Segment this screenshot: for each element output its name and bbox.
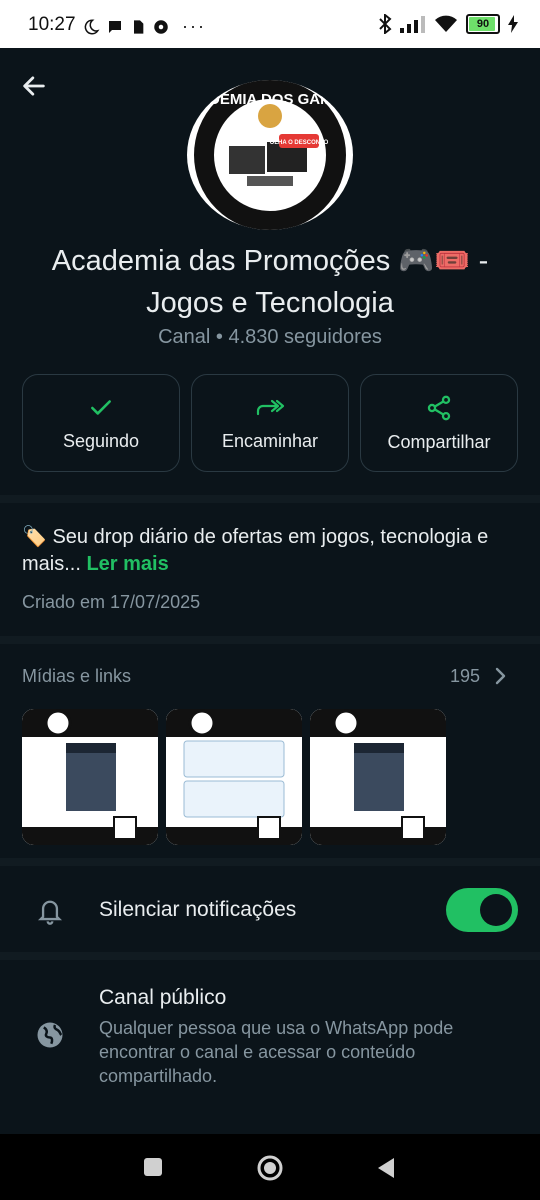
channel-name: Academia das Promoções 🎮🎟️ - Jogos e Tec…: [51, 245, 489, 319]
chevron-right-icon[interactable]: [494, 666, 508, 686]
media-thumbnails: [22, 709, 446, 845]
home-icon[interactable]: [256, 1154, 284, 1182]
promo-coupons-image: [166, 709, 302, 845]
svg-text:OLHA O DESCONTO: OLHA O DESCONTO: [270, 140, 329, 146]
channel-meta: Canal • 4.830 seguidores: [158, 326, 382, 348]
media-thumbnail[interactable]: [310, 709, 446, 845]
public-channel-label: Canal público: [99, 986, 227, 1009]
signal-icon: [400, 16, 425, 33]
media-thumbnail[interactable]: [166, 709, 302, 845]
section-divider: [0, 636, 540, 644]
read-more-link[interactable]: Ler mais: [86, 553, 168, 575]
action-buttons: Seguindo Encaminhar Compartilhar: [22, 374, 518, 472]
share-label: Compartilhar: [387, 431, 491, 452]
back-nav-icon[interactable]: [376, 1156, 396, 1180]
status-bar: 10:27 ··· 90: [0, 0, 540, 48]
forward-icon: [256, 399, 285, 415]
status-system-icons: 90: [378, 14, 518, 34]
system-navigation-bar: [0, 1134, 540, 1200]
bluetooth-icon: [379, 14, 392, 34]
bell-icon: [37, 900, 63, 925]
more-notifications-icon: ···: [182, 16, 206, 36]
moon-icon: [84, 18, 100, 34]
ball-icon: [154, 19, 168, 34]
section-divider: [0, 495, 540, 503]
mute-toggle[interactable]: [446, 888, 518, 932]
check-icon: [91, 399, 111, 415]
globe-icon: [37, 1022, 63, 1048]
status-notification-icons: ···: [82, 16, 206, 37]
public-channel-description: Qualquer pessoa que usa o WhatsApp pode …: [99, 1018, 454, 1086]
wifi-icon: [435, 15, 457, 32]
battery-indicator: 90: [466, 14, 500, 34]
svg-text:ACADEMIA DOS GAMERS: ACADEMIA DOS GAMERS: [187, 91, 353, 108]
sim-icon: [134, 19, 144, 34]
channel-description: 🏷️ Seu drop diário de ofertas em jogos, …: [22, 524, 522, 578]
status-time: 10:27: [28, 14, 76, 35]
toggle-knob: [480, 894, 512, 926]
following-label: Seguindo: [62, 430, 140, 451]
media-links-title[interactable]: Mídias e links: [22, 666, 131, 687]
following-button[interactable]: Seguindo: [22, 374, 180, 472]
recents-icon[interactable]: [143, 1157, 163, 1177]
forward-button[interactable]: Encaminhar: [191, 374, 349, 472]
share-icon: [427, 395, 451, 420]
mute-notifications-label: Silenciar notificações: [99, 898, 297, 921]
chat-icon: [109, 20, 121, 33]
mute-notifications-row[interactable]: Silenciar notificações: [0, 876, 540, 946]
channel-logo: ACADEMIA DOS GAMERS OLHA O DESCONTO: [187, 80, 353, 230]
channel-avatar[interactable]: ACADEMIA DOS GAMERS OLHA O DESCONTO: [187, 80, 353, 230]
forward-label: Encaminhar: [221, 430, 319, 451]
media-count[interactable]: 195: [450, 666, 480, 687]
media-thumbnail[interactable]: [22, 709, 158, 845]
share-button[interactable]: Compartilhar: [360, 374, 518, 472]
created-date: Criado em 17/07/2025: [22, 592, 201, 612]
game-promo-image: [22, 709, 158, 845]
section-divider: [0, 858, 540, 866]
charging-icon: [508, 15, 518, 33]
section-divider: [0, 952, 540, 960]
back-arrow-icon[interactable]: [20, 72, 48, 100]
game-promo-image: [310, 709, 446, 845]
